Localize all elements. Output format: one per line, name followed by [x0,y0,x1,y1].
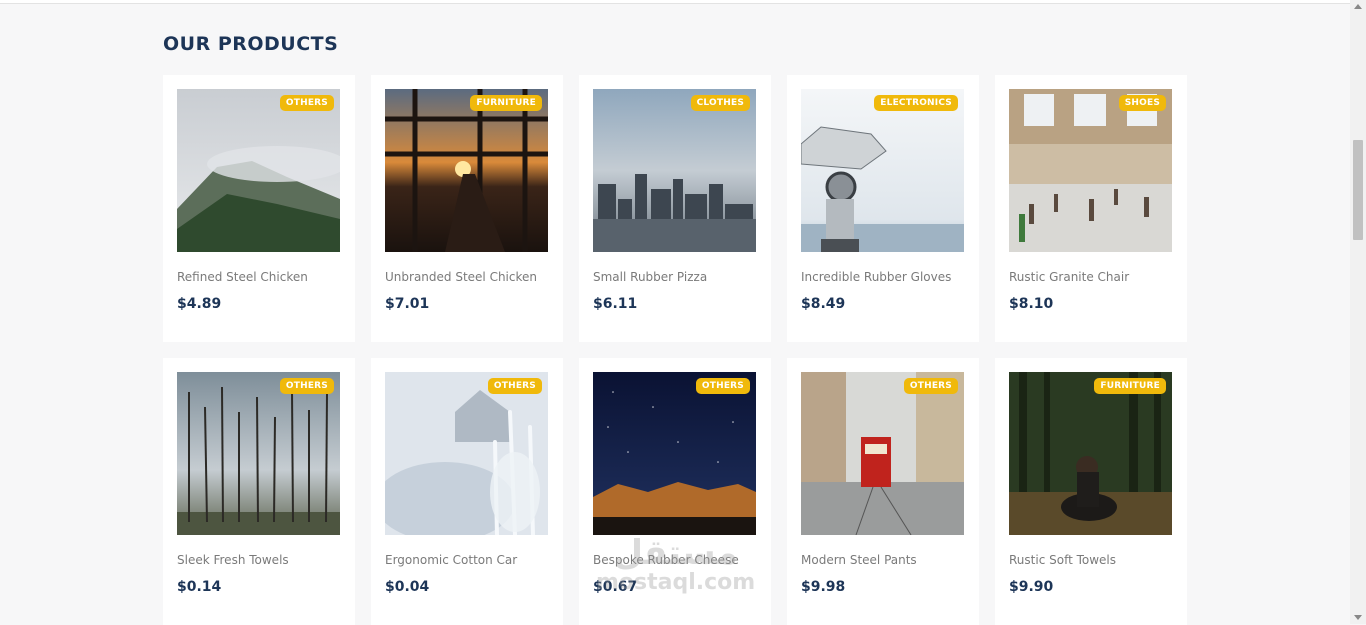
product-name[interactable]: Small Rubber Pizza [593,270,757,284]
product-card[interactable]: SHOES Rustic Granite Chair $8.10 [995,75,1187,342]
product-price: $8.10 [1009,296,1054,312]
category-badge: FURNITURE [470,95,542,111]
forest-reader-image[interactable]: FURNITURE [1009,372,1172,535]
scroll-down-arrow-icon[interactable] [1354,615,1362,620]
scrollbar-thumb[interactable] [1353,140,1363,240]
product-price: $0.04 [385,579,430,595]
night-sky-image[interactable]: OTHERS [593,372,756,535]
category-badge: CLOTHES [690,95,750,111]
product-price: $0.14 [177,579,222,595]
product-name[interactable]: Rustic Granite Chair [1009,270,1173,284]
product-price: $6.11 [593,296,638,312]
product-card[interactable]: OTHERS Bespoke Rubber Cheese $0.67 [579,358,771,625]
product-card[interactable]: FURNITURE Rustic Soft Towels $9.90 [995,358,1187,625]
category-badge: FURNITURE [1094,378,1166,394]
category-badge: OTHERS [903,378,958,394]
city-skyline-image[interactable]: CLOTHES [593,89,756,252]
product-name[interactable]: Ergonomic Cotton Car [385,553,549,567]
product-name[interactable]: Refined Steel Chicken [177,270,341,284]
category-badge: ELECTRONICS [874,95,958,111]
product-price: $0.67 [593,579,638,595]
product-name[interactable]: Sleek Fresh Towels [177,553,341,567]
category-badge: OTHERS [695,378,750,394]
section-title: OUR PRODUCTS [163,33,339,55]
binocular-viewer-image[interactable]: ELECTRONICS [801,89,964,252]
product-name[interactable]: Modern Steel Pants [801,553,965,567]
product-price: $7.01 [385,296,430,312]
scroll-up-arrow-icon[interactable] [1354,4,1362,9]
product-name[interactable]: Incredible Rubber Gloves [801,270,965,284]
category-badge: SHOES [1118,95,1166,111]
red-tram-street-image[interactable]: OTHERS [801,372,964,535]
category-badge: OTHERS [279,378,334,394]
bare-trees-image[interactable]: OTHERS [177,372,340,535]
product-grid: OTHERS Refined Steel Chicken $4.89 FURNI… [163,75,1187,625]
product-name[interactable]: Rustic Soft Towels [1009,553,1173,567]
train-station-image[interactable]: SHOES [1009,89,1172,252]
product-card[interactable]: FURNITURE Unbranded Steel Chicken $7.01 [371,75,563,342]
category-badge: OTHERS [487,378,542,394]
category-badge: OTHERS [279,95,334,111]
top-border [0,0,1350,4]
product-price: $4.89 [177,296,222,312]
product-name[interactable]: Bespoke Rubber Cheese [593,553,757,567]
vertical-scrollbar[interactable] [1350,0,1366,624]
product-card[interactable]: CLOTHES Small Rubber Pizza $6.11 [579,75,771,342]
product-card[interactable]: OTHERS Modern Steel Pants $9.98 [787,358,979,625]
sunset-highway-image[interactable]: FURNITURE [385,89,548,252]
frosted-plants-image[interactable]: OTHERS [385,372,548,535]
product-card[interactable]: OTHERS Sleek Fresh Towels $0.14 [163,358,355,625]
product-card[interactable]: ELECTRONICS Incredible Rubber Gloves $8.… [787,75,979,342]
product-price: $9.90 [1009,579,1054,595]
product-card[interactable]: OTHERS Ergonomic Cotton Car $0.04 [371,358,563,625]
product-price: $9.98 [801,579,846,595]
product-price: $8.49 [801,296,846,312]
product-name[interactable]: Unbranded Steel Chicken [385,270,549,284]
product-card[interactable]: OTHERS Refined Steel Chicken $4.89 [163,75,355,342]
misty-mountain-image[interactable]: OTHERS [177,89,340,252]
